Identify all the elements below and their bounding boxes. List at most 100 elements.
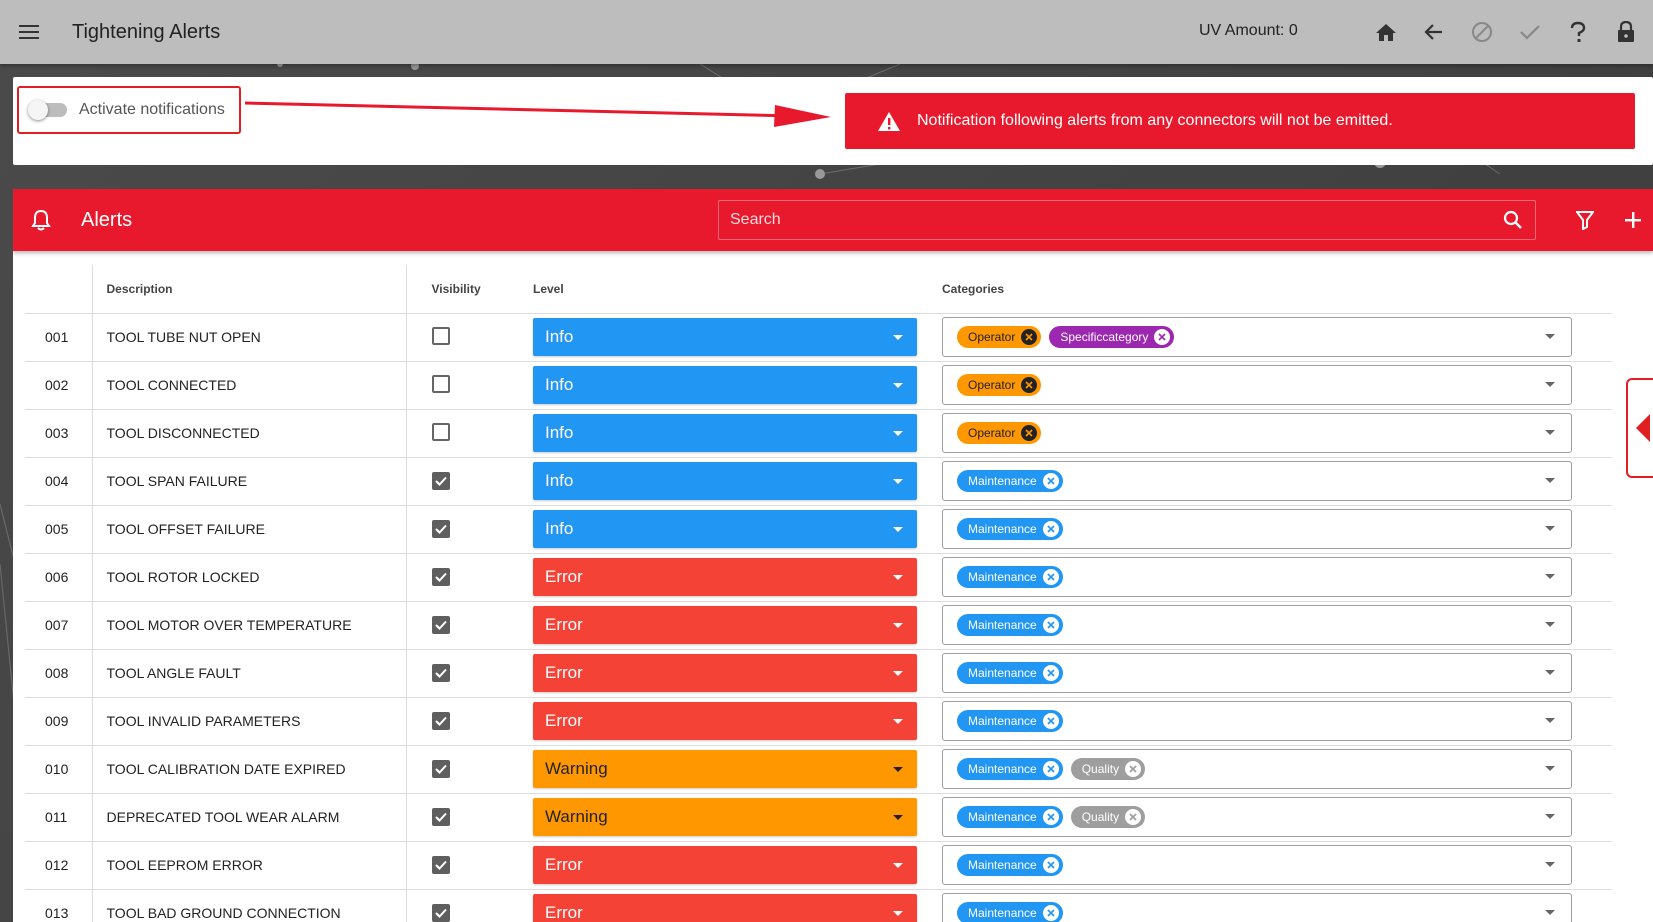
close-icon <box>1025 333 1033 341</box>
level-select[interactable]: Error <box>533 702 917 740</box>
level-select[interactable]: Error <box>533 606 917 644</box>
side-panel-tab[interactable] <box>1626 378 1653 478</box>
remove-chip-button[interactable] <box>1042 521 1059 537</box>
categories-select[interactable]: Maintenance <box>942 461 1572 501</box>
categories-select[interactable]: Operator Specificcategory <box>942 317 1572 357</box>
categories-select[interactable]: Maintenance <box>942 557 1572 597</box>
table-row: 008 TOOL ANGLE FAULT Error Maintenance <box>25 649 1612 698</box>
cancel-button[interactable] <box>1458 10 1506 54</box>
level-value: Error <box>545 615 583 634</box>
visibility-checkbox[interactable] <box>431 664 450 682</box>
visibility-checkbox[interactable] <box>431 568 450 586</box>
visibility-checkbox[interactable] <box>431 616 450 634</box>
close-icon <box>1047 573 1055 581</box>
categories-select[interactable]: Maintenance <box>942 605 1572 645</box>
row-description: TOOL MOTOR OVER TEMPERATURE <box>92 601 407 650</box>
visibility-checkbox[interactable] <box>431 808 450 826</box>
level-select[interactable]: Info <box>533 318 917 356</box>
category-chip: Operator <box>957 374 1042 396</box>
search-button[interactable] <box>1491 210 1535 230</box>
categories-cell: Operator Specificcategory <box>932 313 1612 362</box>
level-select[interactable]: Error <box>533 894 917 922</box>
search-input[interactable] <box>719 201 1491 239</box>
remove-chip-button[interactable] <box>1042 617 1059 633</box>
remove-chip-button[interactable] <box>1154 329 1171 345</box>
remove-chip-button[interactable] <box>1042 809 1059 825</box>
visibility-checkbox[interactable] <box>431 856 450 874</box>
level-select[interactable]: Error <box>533 846 917 884</box>
header-level[interactable]: Level <box>524 265 932 314</box>
dropdown-arrow-icon <box>893 526 903 532</box>
categories-select[interactable]: Operator <box>942 413 1572 453</box>
level-select[interactable]: Info <box>533 462 917 500</box>
dropdown-arrow-icon <box>893 622 903 628</box>
close-icon <box>1025 429 1033 437</box>
category-chip-label: Specificcategory <box>1060 330 1149 344</box>
remove-chip-button[interactable] <box>1042 713 1059 729</box>
categories-select[interactable]: Maintenance <box>942 653 1572 693</box>
categories-select[interactable]: Maintenance <box>942 701 1572 741</box>
home-button[interactable] <box>1362 10 1410 54</box>
categories-select[interactable]: Operator <box>942 365 1572 405</box>
category-chip-label: Maintenance <box>968 858 1037 872</box>
filter-button[interactable] <box>1565 200 1605 240</box>
remove-chip-button[interactable] <box>1042 905 1059 921</box>
level-select[interactable]: Error <box>533 654 917 692</box>
table-row: 007 TOOL MOTOR OVER TEMPERATURE Error Maint… <box>25 601 1612 650</box>
level-select[interactable]: Info <box>533 414 917 452</box>
categories-select[interactable]: Maintenance Quality <box>942 797 1572 837</box>
back-button[interactable] <box>1410 10 1458 54</box>
row-description: TOOL ANGLE FAULT <box>92 649 407 698</box>
help-button[interactable] <box>1554 10 1602 54</box>
header-categories[interactable]: Categories <box>932 265 1612 314</box>
remove-chip-button[interactable] <box>1042 857 1059 873</box>
remove-chip-button[interactable] <box>1042 665 1059 681</box>
dropdown-arrow-icon <box>893 814 903 820</box>
close-icon <box>1047 621 1055 629</box>
visibility-cell <box>406 793 524 842</box>
activate-notifications-toggle[interactable] <box>28 100 67 120</box>
close-icon <box>1025 381 1033 389</box>
categories-select[interactable]: Maintenance <box>942 845 1572 885</box>
remove-chip-button[interactable] <box>1042 761 1059 777</box>
add-alert-button[interactable] <box>1613 200 1653 240</box>
level-select[interactable]: Warning <box>533 798 917 836</box>
remove-chip-button[interactable] <box>1042 473 1059 489</box>
remove-chip-button[interactable] <box>1042 569 1059 585</box>
category-chip: Maintenance <box>957 614 1063 636</box>
close-icon <box>1047 669 1055 677</box>
visibility-checkbox[interactable] <box>431 374 450 393</box>
level-select[interactable]: Info <box>533 510 917 548</box>
menu-button[interactable] <box>0 0 58 64</box>
visibility-checkbox[interactable] <box>431 520 450 538</box>
category-chip: Maintenance <box>957 854 1063 876</box>
categories-select[interactable]: Maintenance <box>942 509 1572 549</box>
level-select[interactable]: Error <box>533 558 917 596</box>
visibility-checkbox[interactable] <box>431 472 450 490</box>
confirm-button[interactable] <box>1506 10 1554 54</box>
dropdown-arrow-icon <box>893 382 903 388</box>
visibility-checkbox[interactable] <box>431 904 450 922</box>
header-description[interactable]: Description <box>92 265 407 314</box>
remove-chip-button[interactable] <box>1021 329 1038 345</box>
level-select[interactable]: Warning <box>533 750 917 788</box>
visibility-checkbox[interactable] <box>431 760 450 778</box>
visibility-checkbox[interactable] <box>431 422 450 441</box>
level-cell: Error <box>524 553 932 602</box>
dropdown-arrow-icon <box>893 718 903 724</box>
check-icon <box>434 716 447 726</box>
categories-select[interactable]: Maintenance Quality <box>942 749 1572 789</box>
remove-chip-button[interactable] <box>1021 425 1038 441</box>
category-chip-label: Quality <box>1081 810 1120 824</box>
level-select[interactable]: Info <box>533 366 917 404</box>
header-visibility[interactable]: Visibility <box>406 265 524 314</box>
lock-button[interactable] <box>1602 10 1650 54</box>
visibility-checkbox[interactable] <box>431 712 450 730</box>
categories-select[interactable]: Maintenance <box>942 893 1572 922</box>
remove-chip-button[interactable] <box>1125 809 1142 825</box>
categories-cell: Maintenance <box>932 889 1612 922</box>
remove-chip-button[interactable] <box>1021 377 1038 393</box>
category-chip-label: Maintenance <box>968 570 1037 584</box>
remove-chip-button[interactable] <box>1125 761 1142 777</box>
visibility-checkbox[interactable] <box>431 326 450 345</box>
